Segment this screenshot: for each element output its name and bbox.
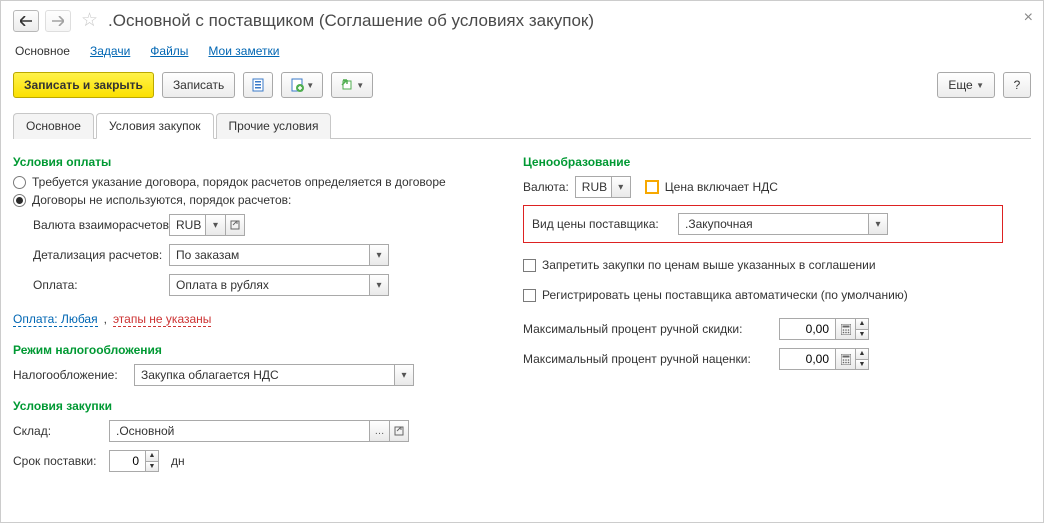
favorite-star-icon[interactable]: ☆: [81, 9, 98, 32]
payment-detail-dropdown-button[interactable]: ▾: [369, 244, 389, 266]
nav-notes[interactable]: Мои заметки: [208, 44, 279, 58]
register-prices-checkbox[interactable]: [523, 289, 536, 302]
taxation-input[interactable]: Закупка облагается НДС: [134, 364, 394, 386]
more-button[interactable]: Еще ▼: [937, 72, 995, 98]
max-markup-stepper[interactable]: ▲▼: [855, 348, 869, 370]
section-tax-title: Режим налогообложения: [13, 343, 493, 357]
nav-files[interactable]: Файлы: [150, 44, 188, 58]
nav-forward-button: [45, 10, 71, 32]
nav-main[interactable]: Основное: [15, 44, 70, 58]
label-warehouse: Склад:: [13, 424, 103, 438]
stepper-down-icon[interactable]: ▼: [856, 330, 868, 340]
pricing-currency-dropdown-button[interactable]: ▾: [611, 176, 631, 198]
label-taxation: Налогообложение:: [13, 368, 128, 382]
stages-not-set-link[interactable]: этапы не указаны: [113, 312, 211, 327]
warehouse-input[interactable]: .Основной: [109, 420, 369, 442]
tab-other-conditions[interactable]: Прочие условия: [216, 113, 332, 139]
forbid-above-price-label: Запретить закупки по ценам выше указанны…: [542, 258, 876, 272]
arrow-right-icon: [52, 16, 64, 26]
currency-open-button[interactable]: [225, 214, 245, 236]
payment-input[interactable]: Оплата в рублях: [169, 274, 369, 296]
label-price-type: Вид цены поставщика:: [532, 217, 672, 231]
stepper-down-icon[interactable]: ▼: [856, 360, 868, 370]
document-icon: [251, 78, 265, 92]
stepper-up-icon[interactable]: ▲: [856, 349, 868, 360]
tab-purchase-conditions[interactable]: Условия закупок: [96, 113, 214, 139]
payment-any-link[interactable]: Оплата: Любая: [13, 312, 98, 327]
pricing-currency-input[interactable]: RUB: [575, 176, 611, 198]
chevron-down-icon: ▼: [356, 81, 364, 90]
forbid-above-price-checkbox[interactable]: [523, 259, 536, 272]
save-and-close-button[interactable]: Записать и закрыть: [13, 72, 154, 98]
payment-dropdown-button[interactable]: ▾: [369, 274, 389, 296]
label-pricing-currency: Валюта:: [523, 180, 569, 194]
warehouse-open-button[interactable]: [389, 420, 409, 442]
currency-dropdown-button[interactable]: ▾: [205, 214, 225, 236]
register-prices-label: Регистрировать цены поставщика автоматич…: [542, 288, 908, 302]
open-icon: [230, 220, 240, 230]
create-based-on-button[interactable]: ▼: [281, 72, 323, 98]
save-button[interactable]: Записать: [162, 72, 235, 98]
max-discount-stepper[interactable]: ▲▼: [855, 318, 869, 340]
section-payment-title: Условия оплаты: [13, 155, 493, 169]
chevron-down-icon: ▼: [306, 81, 314, 90]
stepper-up-icon[interactable]: ▲: [146, 451, 158, 462]
radio-contract-required[interactable]: [13, 176, 26, 189]
price-type-dropdown-button[interactable]: ▾: [868, 213, 888, 235]
print-button[interactable]: ▼: [331, 72, 373, 98]
delivery-term-input[interactable]: [109, 450, 145, 472]
label-max-markup: Максимальный процент ручной наценки:: [523, 352, 773, 366]
delivery-term-unit: дн: [171, 454, 185, 468]
label-max-discount: Максимальный процент ручной скидки:: [523, 322, 773, 336]
nav-tasks[interactable]: Задачи: [90, 44, 130, 58]
taxation-dropdown-button[interactable]: ▾: [394, 364, 414, 386]
calculator-icon: [841, 324, 851, 335]
delivery-term-stepper[interactable]: ▲▼: [145, 450, 159, 472]
nav-section-tabs: Основное Задачи Файлы Мои заметки: [13, 44, 1031, 58]
close-icon[interactable]: ×: [1024, 9, 1033, 27]
calculator-icon: [841, 354, 851, 365]
open-icon: [394, 426, 404, 436]
help-button[interactable]: ?: [1003, 72, 1031, 98]
max-markup-input[interactable]: [779, 348, 835, 370]
price-type-frame: Вид цены поставщика: .Закупочная ▾: [523, 205, 1003, 243]
section-purchase-title: Условия закупки: [13, 399, 493, 413]
max-discount-input[interactable]: [779, 318, 835, 340]
label-payment-detail: Детализация расчетов:: [33, 248, 163, 262]
calculator-button[interactable]: [835, 318, 855, 340]
settlement-currency-input[interactable]: RUB: [169, 214, 205, 236]
nav-back-button[interactable]: [13, 10, 39, 32]
tab-main[interactable]: Основное: [13, 113, 94, 139]
price-includes-vat-checkbox[interactable]: [645, 180, 659, 194]
page-title: .Основной с поставщиком (Соглашение об у…: [108, 11, 1031, 31]
price-type-input[interactable]: .Закупочная: [678, 213, 868, 235]
stepper-down-icon[interactable]: ▼: [146, 462, 158, 472]
radio-no-contracts-label: Договоры не используются, порядок расчет…: [32, 193, 291, 207]
chevron-down-icon: ▼: [976, 81, 984, 90]
stepper-up-icon[interactable]: ▲: [856, 319, 868, 330]
report-button[interactable]: [243, 72, 273, 98]
radio-no-contracts[interactable]: [13, 194, 26, 207]
price-includes-vat-label: Цена включает НДС: [665, 180, 778, 194]
document-new-icon: [290, 78, 304, 92]
calculator-button[interactable]: [835, 348, 855, 370]
label-delivery-term: Срок поставки:: [13, 454, 103, 468]
section-pricing-title: Ценообразование: [523, 155, 1003, 169]
warehouse-select-button[interactable]: …: [369, 420, 389, 442]
arrow-left-icon: [20, 16, 32, 26]
label-payment: Оплата:: [33, 278, 163, 292]
radio-contract-required-label: Требуется указание договора, порядок рас…: [32, 175, 446, 189]
label-settlement-currency: Валюта взаиморасчетов:: [33, 218, 163, 232]
export-icon: [340, 78, 354, 92]
payment-detail-input[interactable]: По заказам: [169, 244, 369, 266]
